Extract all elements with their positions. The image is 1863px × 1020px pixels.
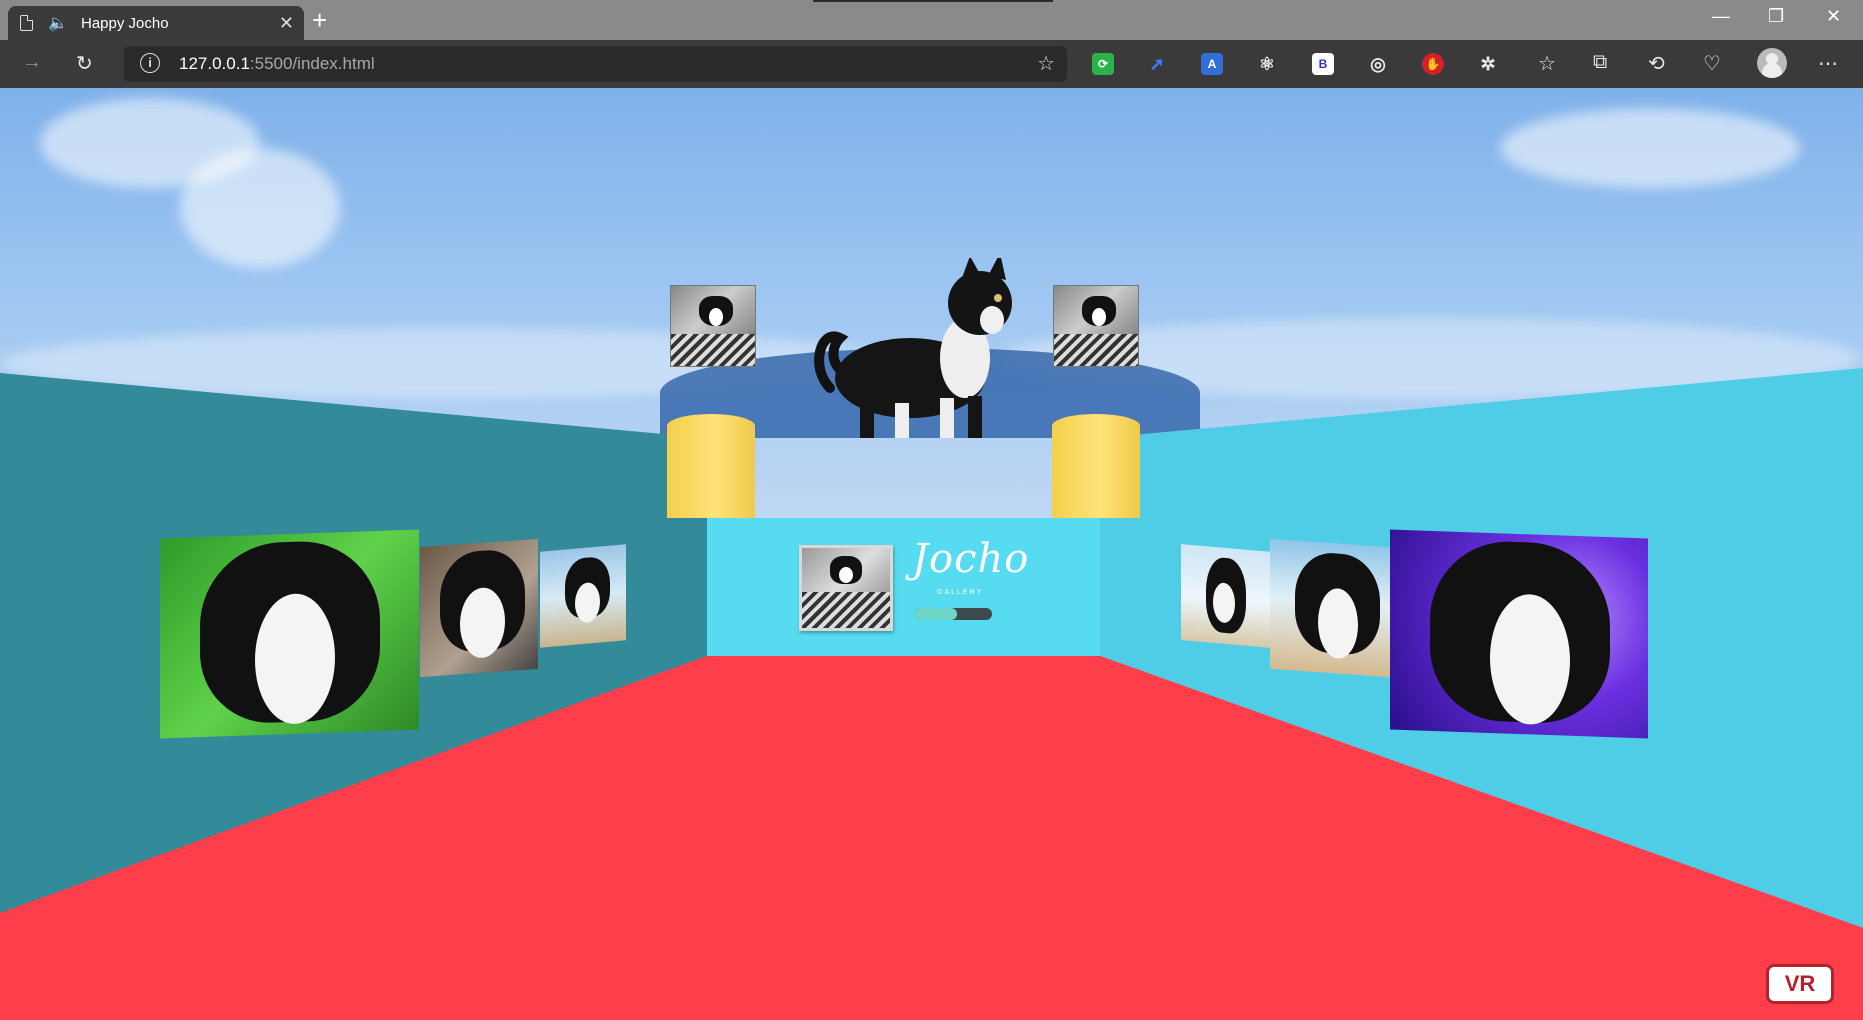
refresh-icon[interactable]: ↻ <box>76 51 93 76</box>
profile-avatar[interactable] <box>1757 48 1787 78</box>
collections-icon[interactable]: ⧉ <box>1593 51 1607 74</box>
restore-button[interactable]: ❐ <box>1768 6 1784 27</box>
gallery-photo-left-3[interactable] <box>540 544 626 648</box>
audio-playing-icon[interactable]: 🔈 <box>48 13 68 33</box>
history-icon[interactable]: ⟲ <box>1648 51 1665 76</box>
tab-strip: 🔈 Happy Jocho ✕ + — ❐ ✕ <box>0 0 1863 40</box>
gallery-subtitle: GALLERY <box>937 589 984 596</box>
url-path: :5500/index.html <box>249 54 375 73</box>
loading-progress-bar <box>915 608 992 620</box>
url-text[interactable]: 127.0.0.1:5500/index.html <box>179 54 375 74</box>
extensions-puzzle-icon[interactable]: ✲ <box>1477 53 1499 75</box>
react-devtools-icon[interactable]: ⚛ <box>1256 53 1278 75</box>
address-bar[interactable]: i 127.0.0.1:5500/index.html ☆ <box>124 46 1067 82</box>
right-pillar <box>1052 414 1140 518</box>
browser-toolbar: → ↻ i 127.0.0.1:5500/index.html ☆ ⟳ ➚ A … <box>0 40 1863 88</box>
performance-icon[interactable]: ♡ <box>1703 51 1721 76</box>
cat-3d-model[interactable] <box>800 258 1060 438</box>
gallery-photo-right-1[interactable] <box>1181 544 1271 648</box>
enter-vr-button[interactable]: VR <box>1766 964 1834 1004</box>
minimize-button[interactable]: — <box>1712 6 1730 27</box>
more-menu-icon[interactable]: ⋯ <box>1818 51 1838 76</box>
gallery-photo-left-2[interactable] <box>420 538 538 678</box>
loading-progress-fill <box>915 608 958 620</box>
gallery-photo-right-2[interactable] <box>1270 538 1390 678</box>
left-pillar <box>667 414 755 518</box>
tab-title: Happy Jocho <box>81 15 169 32</box>
extension-blue-arrow-icon[interactable]: ➚ <box>1146 53 1168 75</box>
gallery-photo-left-1[interactable] <box>160 529 419 739</box>
page-icon <box>20 15 33 31</box>
favorites-icon[interactable]: ☆ <box>1538 51 1556 76</box>
forward-icon[interactable]: → <box>22 51 42 74</box>
new-tab-button[interactable]: + <box>312 5 327 36</box>
extension-b-icon[interactable]: B <box>1312 53 1334 75</box>
tab-close-icon[interactable]: ✕ <box>279 13 294 34</box>
window-drag-indicator <box>813 0 1053 2</box>
gallery-logo-photo <box>799 545 893 631</box>
browser-tab[interactable]: 🔈 Happy Jocho ✕ <box>8 6 304 40</box>
extension-hand-icon[interactable]: ✋ <box>1422 53 1444 75</box>
site-info-icon[interactable]: i <box>140 53 160 73</box>
translate-extension-icon[interactable]: A <box>1201 53 1223 75</box>
extension-green-icon[interactable]: ⟳ <box>1092 53 1114 75</box>
gallery-title-panel: Jocho GALLERY <box>707 518 1100 656</box>
add-favorite-icon[interactable]: ☆ <box>1037 51 1055 76</box>
close-window-button[interactable]: ✕ <box>1826 6 1841 27</box>
gallery-photo-right-3[interactable] <box>1390 529 1648 739</box>
vr-scene-canvas[interactable]: Jocho GALLERY <box>0 88 1863 1020</box>
gallery-title: Jocho <box>912 536 1030 582</box>
url-host: 127.0.0.1 <box>179 54 250 73</box>
extension-target-icon[interactable]: ◎ <box>1367 53 1389 75</box>
left-pillar-photo <box>670 285 756 367</box>
right-pillar-photo <box>1053 285 1139 367</box>
